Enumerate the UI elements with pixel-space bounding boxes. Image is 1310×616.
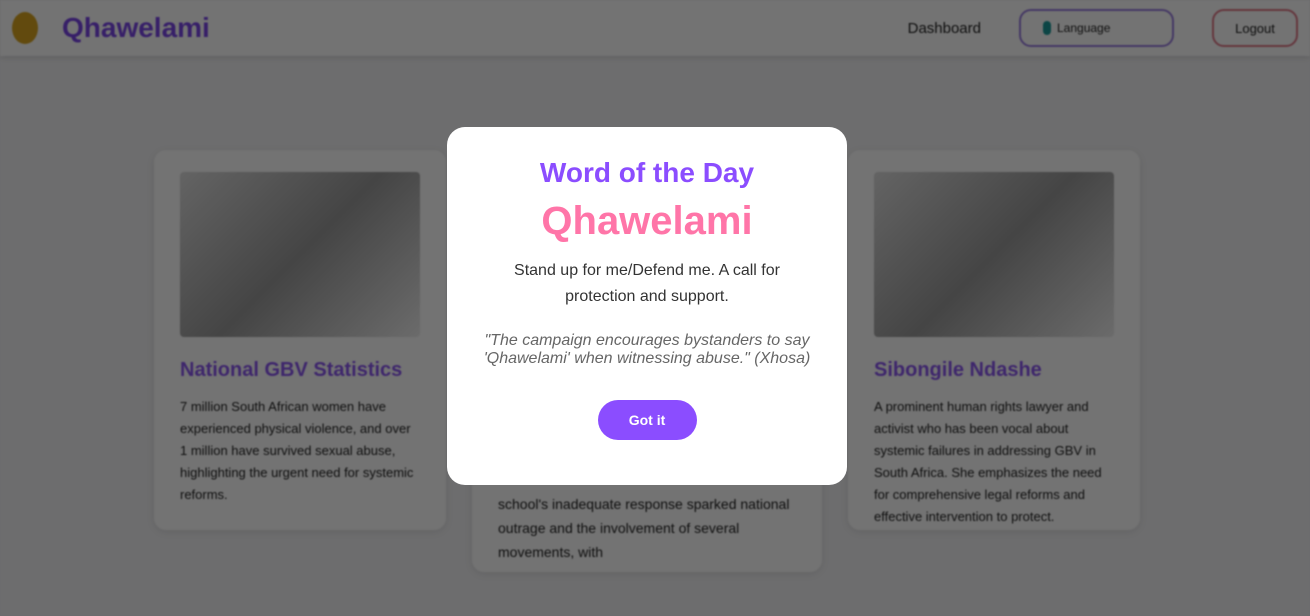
navbar: Qhawelami Dashboard Language Logout <box>0 0 1310 56</box>
card-sibongile[interactable]: Sibongile Ndashe A prominent human right… <box>848 150 1140 530</box>
card-title: Sibongile Ndashe <box>874 359 1042 381</box>
nav-dashboard-link[interactable]: Dashboard <box>908 20 981 37</box>
brand-name[interactable]: Qhawelami <box>62 12 210 44</box>
language-select[interactable]: Language <box>1019 9 1174 47</box>
word-of-the-day-modal: Word of the Day Qhawelami Stand up for m… <box>447 127 847 485</box>
card-body: 7 million South African women have exper… <box>180 399 414 502</box>
card-statistics[interactable]: National GBV Statistics 7 million South … <box>154 150 446 530</box>
logo-icon <box>12 12 38 44</box>
word: Qhawelami <box>541 199 753 243</box>
language-label: Language <box>1057 21 1111 35</box>
card-image <box>180 172 420 337</box>
modal-title: Word of the Day <box>539 157 755 188</box>
globe-icon <box>1043 21 1051 35</box>
card-image <box>874 172 1114 337</box>
word-quote: "The campaign encourages bystanders to s… <box>483 332 811 367</box>
got-it-button[interactable]: Got it <box>597 400 697 440</box>
card-body: A prominent human rights lawyer and acti… <box>874 399 1102 524</box>
word-definition: Stand up for me/Defend me. A call for pr… <box>514 262 780 305</box>
card-title: National GBV Statistics <box>180 359 403 381</box>
logout-button[interactable]: Logout <box>1212 9 1298 47</box>
card-body: school's inadequate response sparked nat… <box>498 496 790 560</box>
